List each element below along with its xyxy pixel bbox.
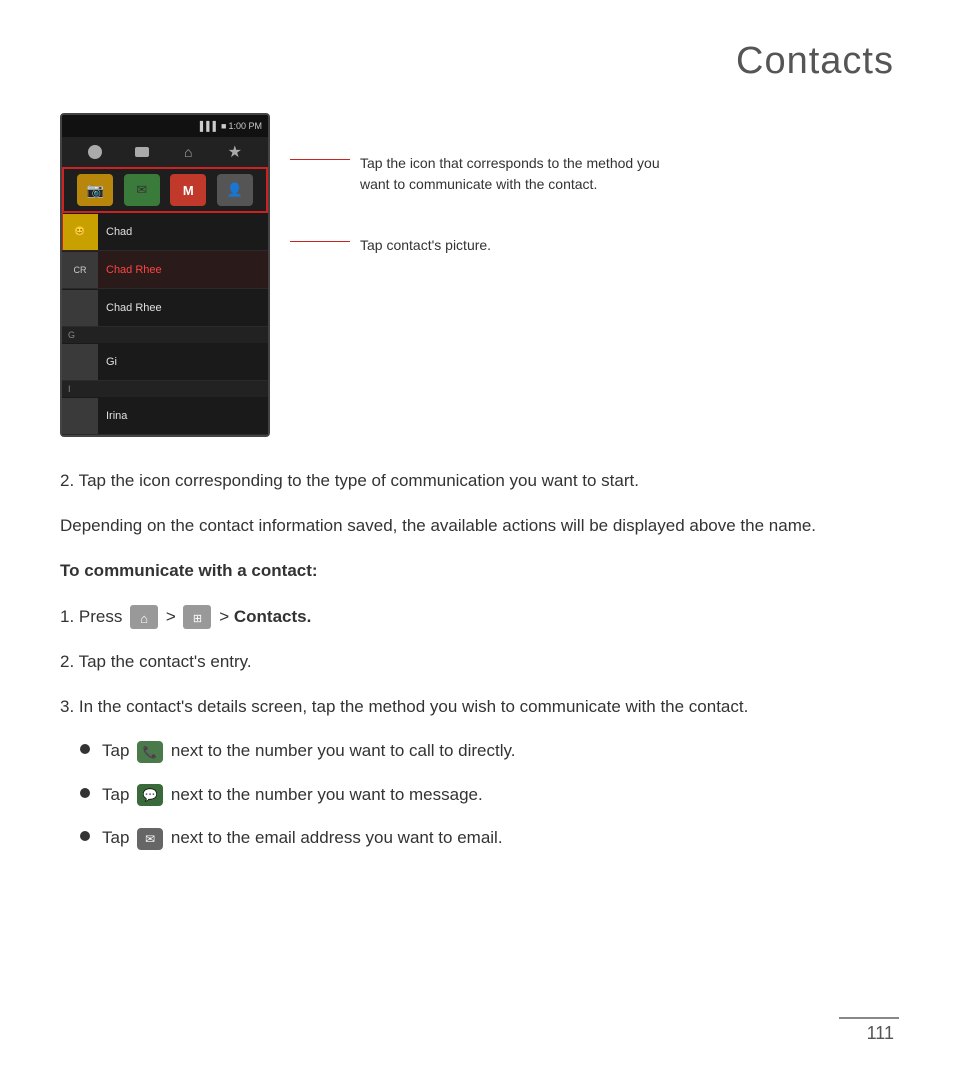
chad-rhee-1-name: Chad Rhee — [98, 264, 162, 276]
annotation-text-2: Tap contact's picture. — [360, 235, 491, 256]
footer-line — [839, 1017, 899, 1019]
back-nav-icon — [85, 143, 105, 161]
bullet-email-suffix: next to the email address you want to em… — [171, 828, 503, 847]
bullet-sms-text: Tap 💬 next to the number you want to mes… — [102, 782, 483, 808]
home-button-icon: ⌂ — [130, 605, 158, 629]
bullet-list: Tap 📞 next to the number you want to cal… — [80, 738, 894, 851]
time-display: 1:00 PM — [228, 121, 262, 131]
bullet-tap-label-2: Tap — [102, 785, 134, 804]
bullet-phone-text: Tap 📞 next to the number you want to cal… — [102, 738, 515, 764]
communicate-heading: To communicate with a contact: — [60, 557, 894, 584]
contact-item-irina: Irina — [62, 397, 268, 435]
bullet-tap-label-1: Tap — [102, 741, 134, 760]
contacts-label: Contacts. — [234, 607, 311, 626]
irina-name: Irina — [98, 410, 127, 422]
star-nav-icon: ★ — [225, 143, 245, 161]
bullet-dot-1 — [80, 744, 90, 754]
step1-label: 1. Press — [60, 607, 122, 626]
status-bar: ▌▌▌ ■ 1:00 PM — [62, 115, 268, 137]
nav-bar: ⌂ ★ — [62, 137, 268, 167]
chad-rhee-2-name: Chad Rhee — [98, 302, 162, 314]
photo-action-icon: 📷 — [77, 174, 113, 206]
red-indicator — [60, 213, 63, 250]
battery-icon: ■ — [221, 121, 226, 131]
gi-avatar — [62, 344, 98, 380]
depending-text: Depending on the contact information sav… — [60, 512, 894, 539]
chad-rhee-2-avatar — [62, 290, 98, 326]
contact-item-gi: Gi — [62, 343, 268, 381]
contact-actions-bar: 📷 ✉ M 👤 — [62, 167, 268, 213]
bullet-email: Tap ✉ next to the email address you want… — [80, 825, 894, 851]
signal-icon: ▌▌▌ — [200, 121, 219, 131]
step2-text: 2. Tap the contact's entry. — [60, 648, 894, 675]
gmail-action-icon: M — [170, 174, 206, 206]
status-icons: ▌▌▌ ■ 1:00 PM — [200, 121, 262, 131]
step3-text: 3. In the contact's details screen, tap … — [60, 693, 894, 720]
page-number: 111 — [867, 1023, 894, 1044]
menu-nav-icon — [132, 143, 152, 161]
chad-avatar: 😊 — [62, 214, 98, 250]
letter-header-i: I — [62, 381, 268, 397]
contact-item-chad-rhee-1: CR Chad Rhee — [62, 251, 268, 289]
annotation-text-1: Tap the icon that corresponds to the met… — [360, 153, 660, 195]
annotation-2: Tap contact's picture. — [290, 235, 894, 256]
annotation-1: Tap the icon that corresponds to the met… — [290, 153, 894, 195]
bullet-dot-2 — [80, 788, 90, 798]
page-title: Contacts — [0, 0, 954, 103]
gi-name: Gi — [98, 356, 117, 368]
bullet-sms-suffix: next to the number you want to message. — [171, 785, 483, 804]
contact-item-chad-rhee-2: Chad Rhee — [62, 289, 268, 327]
phone-screen: ▌▌▌ ■ 1:00 PM ⌂ ★ — [60, 113, 270, 437]
bullet-dot-3 — [80, 831, 90, 841]
bullet-sms: Tap 💬 next to the number you want to mes… — [80, 782, 894, 808]
home-nav-icon: ⌂ — [178, 143, 198, 161]
letter-header-g: G — [62, 327, 268, 343]
phone-call-icon: 📞 — [137, 741, 163, 763]
step2-intro-text: 2. Tap the icon corresponding to the typ… — [60, 467, 894, 494]
bullet-tap-label-3: Tap — [102, 828, 134, 847]
contact-item-chad: 😊 Chad — [62, 213, 268, 251]
bullet-email-text: Tap ✉ next to the email address you want… — [102, 825, 503, 851]
apps-button-icon: ⊞ — [183, 605, 211, 629]
annotations-area: Tap the icon that corresponds to the met… — [290, 113, 894, 256]
step1-text: 1. Press ⌂ > ⊞ > Contacts. — [60, 603, 894, 630]
step1-gt1: > — [166, 607, 181, 626]
sms-icon: 💬 — [137, 784, 163, 806]
annotation-line-2 — [290, 241, 350, 242]
chad-name: Chad — [98, 226, 132, 238]
annotation-line-1 — [290, 159, 350, 160]
irina-avatar — [62, 398, 98, 434]
email-icon: ✉ — [137, 828, 163, 850]
sms-action-icon: ✉ — [124, 174, 160, 206]
step1-gt2: > — [219, 607, 234, 626]
bullet-phone-suffix: next to the number you want to call to d… — [171, 741, 516, 760]
contact-list: 😊 Chad CR Chad Rhee Chad Rhee — [62, 213, 268, 435]
screenshot-area: ▌▌▌ ■ 1:00 PM ⌂ ★ — [60, 113, 894, 437]
profile-action-icon: 👤 — [217, 174, 253, 206]
main-content: ▌▌▌ ■ 1:00 PM ⌂ ★ — [0, 103, 954, 909]
bullet-phone: Tap 📞 next to the number you want to cal… — [80, 738, 894, 764]
chad-rhee-1-avatar: CR — [62, 252, 98, 288]
